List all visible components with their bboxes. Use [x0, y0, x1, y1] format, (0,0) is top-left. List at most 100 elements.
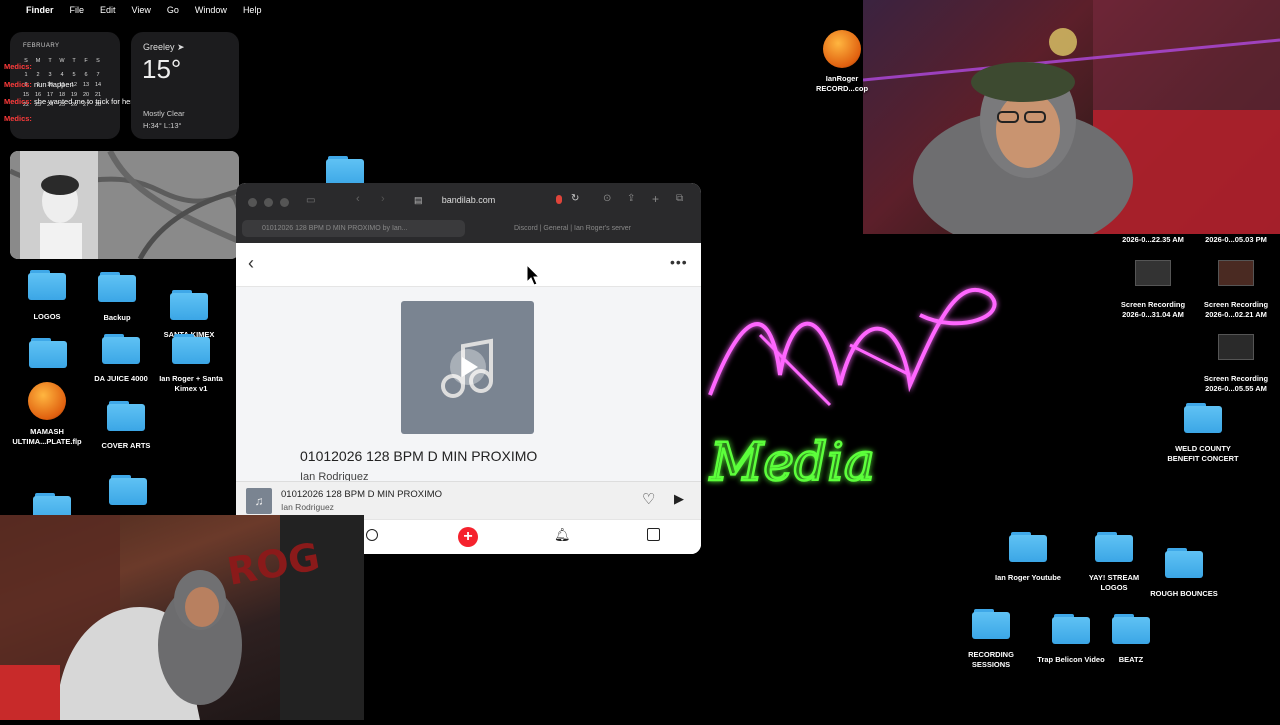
desktop-item-label: WELD COUNTY BENEFIT CONCERT — [1167, 444, 1239, 463]
folder-icon — [1052, 614, 1090, 644]
music-note-icon — [441, 338, 493, 398]
folder-icon — [29, 338, 67, 368]
mouse-cursor — [526, 263, 541, 291]
menu-help[interactable]: Help — [243, 5, 262, 15]
folder-icon — [1095, 532, 1133, 562]
neon-sign: Media — [700, 255, 1020, 505]
menu-go[interactable]: Go — [167, 5, 179, 15]
desktop-item-folder[interactable] — [29, 338, 71, 368]
neon-art: Media — [708, 287, 997, 494]
player-title: 01012026 128 BPM D MIN PROXIMO — [281, 489, 443, 500]
desktop-item-rough-bounces[interactable]: ROUGH BOUNCES — [1142, 548, 1226, 599]
weather-condition: Mostly Clear — [143, 109, 185, 118]
fl-studio-icon — [28, 382, 66, 420]
desktop-item-label[interactable]: 2026-0...05.03 PM — [1195, 235, 1277, 245]
track-cover[interactable] — [401, 301, 534, 434]
desktop-item-label: ROUGH BOUNCES — [1150, 589, 1218, 598]
tabs-overview-icon[interactable]: ⧉ — [676, 193, 683, 204]
desktop-item-label: Screen Recording 2026-0...31.04 AM — [1120, 300, 1186, 319]
desktop-item-label: Screen Recording 2026-0...02.21 AM — [1203, 300, 1269, 319]
desktop-item-label: Backup — [103, 313, 131, 322]
webcam-scene — [862, 0, 1280, 250]
desktop-item-recording-sessions[interactable]: RECORDING SESSIONS — [956, 609, 1026, 670]
desktop-item-label[interactable]: 2026-0...22.35 AM — [1112, 235, 1194, 245]
notifications-icon[interactable]: 🔔︎ — [554, 527, 571, 543]
desktop-item-ianroger-recording[interactable]: IanRoger RECORD...cop — [806, 30, 878, 94]
bandlab-page: ‹ ••• 01012026 128 BPM D MIN PROXIMO Ian… — [236, 243, 701, 554]
player-artist: Ian Rodriguez — [281, 502, 334, 512]
weather-widget[interactable]: Greeley ➤ 15° Mostly Clear H:34° L:13° — [131, 32, 239, 139]
folder-icon — [102, 334, 140, 364]
desktop-item-label: YAY! STREAM LOGOS — [1088, 573, 1140, 592]
desktop-item-backup[interactable]: Backup — [96, 272, 138, 323]
desktop-item-trap-belicon-video[interactable]: Trap Belicon Video — [1028, 614, 1114, 665]
browser-window[interactable]: ▭ ‹ › ▤ bandilab.com ↻ ⊙ ⇪ + ⧉ 01012026 … — [236, 183, 701, 554]
desktop-item-label: DA JUICE 4000 — [94, 374, 148, 383]
weather-range: H:34° L:13° — [143, 121, 182, 130]
back-arrow-icon[interactable]: ‹ — [248, 253, 254, 274]
desktop-item-screen-recording-3[interactable]: Screen Recording 2026-0...05.55 AM — [1195, 334, 1277, 394]
desktop-item-label: BEATZ — [1118, 655, 1144, 664]
download-icon[interactable]: ⊙ — [603, 193, 611, 204]
desktop-item-label: LOGOS — [33, 312, 61, 321]
desktop-item-weld-county[interactable]: WELD COUNTY BENEFIT CONCERT — [1160, 403, 1246, 464]
desktop-item-mamash-flp[interactable]: MAMASH ULTIMA...PLATE.flp — [4, 382, 90, 447]
menu-file[interactable]: File — [70, 5, 85, 15]
desktop-item-label: Screen Recording 2026-0...05.55 AM — [1203, 374, 1269, 393]
desktop-item-label: RECORDING SESSIONS — [968, 650, 1014, 669]
create-icon[interactable]: + — [458, 527, 478, 547]
photo-art — [10, 151, 239, 259]
desktop-item-label: Trap Belicon Video — [1037, 655, 1105, 664]
weather-temp: 15° — [142, 54, 182, 84]
play-icon[interactable]: ▶ — [674, 491, 684, 507]
folder-icon — [170, 290, 208, 320]
browser-toolbar: ▭ ‹ › ▤ bandilab.com ↻ ⊙ ⇪ + ⧉ 01012026 … — [236, 183, 701, 243]
desktop-item-label: MAMASH ULTIMA...PLATE.flp — [12, 427, 82, 446]
desktop-item-santa-kimex[interactable]: SANTA KIMEX — [158, 290, 220, 340]
desktop-item-beatz[interactable]: BEATZ — [1106, 614, 1156, 665]
desktop-item-da-juice[interactable]: DA JUICE 4000 — [86, 334, 156, 384]
menu-edit[interactable]: Edit — [100, 5, 116, 15]
desktop-item-yay-stream-logos[interactable]: YAY! STREAM LOGOS — [1078, 532, 1150, 593]
library-icon[interactable] — [647, 528, 660, 541]
folder-icon — [1112, 614, 1150, 644]
desktop-item-ian-roger-santa-kimex[interactable]: Ian Roger + Santa Kimex v1 — [156, 334, 226, 394]
heart-icon[interactable]: ♡ — [642, 490, 655, 508]
more-options-icon[interactable]: ••• — [670, 254, 688, 270]
desktop-item-label: COVER ARTS — [101, 441, 151, 450]
track-title: 01012026 128 BPM D MIN PROXIMO — [300, 448, 538, 464]
player-thumbnail: ♫ — [246, 488, 272, 514]
desktop-item-cover-arts[interactable]: COVER ARTS — [96, 401, 156, 451]
folder-icon[interactable] — [326, 156, 364, 186]
menu-app-name[interactable]: Finder — [26, 5, 54, 15]
folder-icon[interactable] — [109, 475, 147, 505]
webcam-scene: ROG — [0, 515, 364, 720]
folder-icon — [98, 272, 136, 302]
bottom-nav: + 🔔︎ — [364, 519, 701, 554]
folder-icon — [1184, 403, 1222, 433]
desktop-item-ian-roger-youtube[interactable]: Ian Roger Youtube — [984, 532, 1072, 583]
tab-bandlab[interactable]: 01012026 128 BPM D MIN PROXIMO by Ian... — [242, 220, 465, 237]
reload-icon[interactable]: ↻ — [571, 193, 579, 204]
desktop-item-screen-recording-2[interactable]: Screen Recording 2026-0...02.21 AM — [1195, 260, 1277, 320]
share-icon[interactable]: ⇪ — [627, 193, 635, 204]
photo-thumbnail[interactable] — [10, 151, 239, 259]
desktop-item-label: Ian Roger + Santa Kimex v1 — [159, 374, 223, 393]
folder-icon — [107, 401, 145, 431]
folder-icon — [1165, 548, 1203, 578]
desktop-item-label: Ian Roger Youtube — [995, 573, 1061, 582]
mic-icon[interactable] — [556, 195, 562, 204]
tab-discord[interactable]: Discord | General | Ian Roger's server — [494, 220, 694, 237]
folder-icon — [172, 334, 210, 364]
desktop-item-label: IanRoger RECORD...cop — [815, 74, 869, 93]
new-tab-icon[interactable]: + — [652, 192, 659, 206]
search-icon[interactable] — [366, 529, 378, 541]
folder-icon — [28, 270, 66, 300]
menu-window[interactable]: Window — [195, 5, 227, 15]
video-thumbnail — [1218, 260, 1254, 286]
desktop-item-logos[interactable]: LOGOS — [26, 270, 68, 322]
folder-icon — [1009, 532, 1047, 562]
webcam-overlay-top — [862, 0, 1280, 250]
desktop-item-screen-recording-1[interactable]: Screen Recording 2026-0...31.04 AM — [1112, 260, 1194, 320]
menu-view[interactable]: View — [132, 5, 151, 15]
